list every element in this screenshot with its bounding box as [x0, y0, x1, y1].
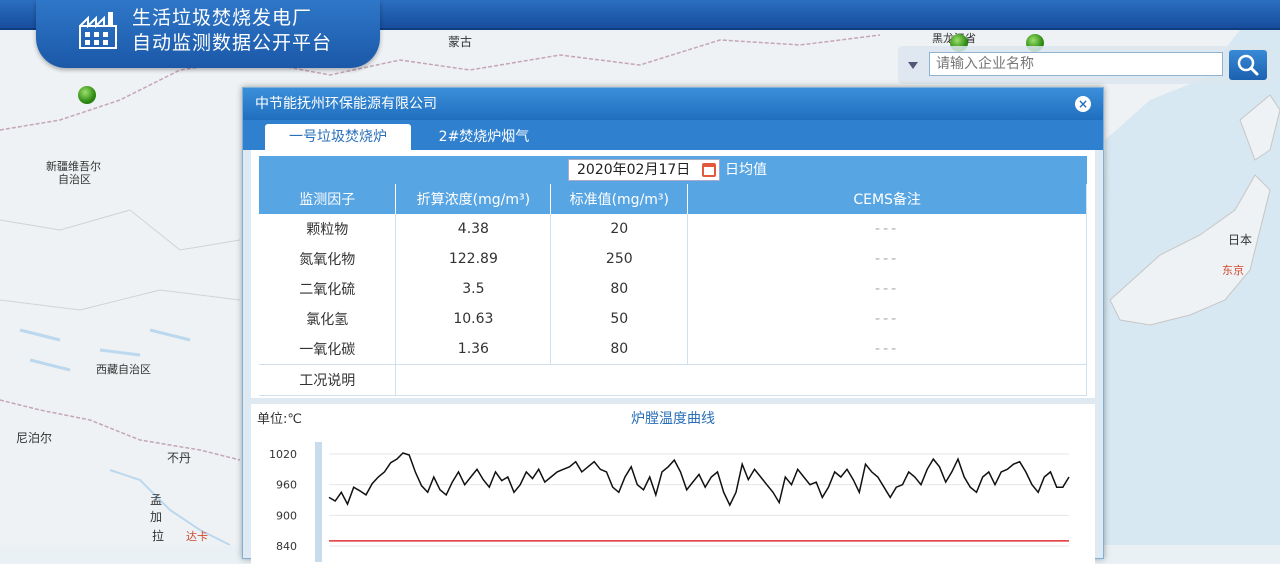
- chart-zoom-slider[interactable]: [315, 442, 322, 562]
- column-header: 标准值(mg/m³): [550, 184, 689, 214]
- table-row: 一氧化碳 1.36 80 ---: [259, 334, 1087, 365]
- chart-y-tick-label: 840: [276, 540, 297, 553]
- search-bar: [898, 46, 1272, 84]
- column-header: 监测因子: [259, 184, 397, 214]
- chart-series-line: [328, 452, 1070, 507]
- map-label-bhutan: 不丹: [167, 451, 192, 465]
- map-label-bangladesh-2: 加: [150, 510, 163, 524]
- map-marker[interactable]: [78, 86, 96, 104]
- platform-subtitle: 自动监测数据公开平台: [132, 32, 333, 54]
- company-popup: 中节能抚州环保能源有限公司 × 一号垃圾焚烧炉 2#焚烧炉烟气 2020年02月…: [242, 87, 1104, 564]
- cems-note-cell: ---: [687, 274, 1087, 304]
- monitoring-panel: 2020年02月17日 日均值 监测因子 折算浓度(mg/m³) 标准值(mg/…: [251, 150, 1095, 398]
- tab-furnace-1[interactable]: 一号垃圾焚烧炉: [265, 124, 411, 150]
- standard-cell: 50: [550, 304, 689, 334]
- table-header-row: 监测因子 折算浓度(mg/m³) 标准值(mg/m³) CEMS备注: [259, 184, 1087, 214]
- column-header: 折算浓度(mg/m³): [395, 184, 552, 214]
- value-cell: 1.36: [395, 334, 552, 365]
- standard-cell: 20: [550, 214, 689, 244]
- factor-cell: 氮氧化物: [259, 244, 397, 274]
- condition-label: 工况说明: [259, 364, 397, 396]
- map-label-tibet: 西藏自治区: [96, 363, 151, 376]
- standard-cell: 250: [550, 244, 689, 274]
- chevron-down-icon[interactable]: [908, 62, 918, 69]
- map-label-xinjiang: 新疆维吾尔: [46, 160, 101, 173]
- factory-icon: [79, 12, 117, 49]
- value-cell: 4.38: [395, 214, 552, 244]
- tab-furnace-2-flue-gas[interactable]: 2#焚烧炉烟气: [421, 124, 547, 150]
- cems-note-cell: ---: [687, 244, 1087, 274]
- chart-y-tick-label: 1020: [269, 448, 297, 461]
- cems-note-cell: ---: [687, 334, 1087, 365]
- table-row: 颗粒物 4.38 20 ---: [259, 214, 1087, 244]
- platform-logo: 生活垃圾焚烧发电厂 自动监测数据公开平台: [36, 0, 380, 68]
- factor-cell: 氯化氢: [259, 304, 397, 334]
- table-row: 氮氧化物 122.89 250 ---: [259, 244, 1087, 274]
- company-name: 中节能抚州环保能源有限公司: [255, 96, 437, 112]
- search-icon: [1237, 54, 1259, 76]
- platform-title: 生活垃圾焚烧发电厂: [132, 7, 313, 29]
- map-label-bangladesh-1: 孟: [150, 493, 163, 507]
- temperature-chart: 1020 960 900 840: [269, 442, 1070, 562]
- condition-value: [395, 364, 1087, 396]
- value-cell: 122.89: [395, 244, 552, 274]
- standard-cell: 80: [550, 334, 689, 365]
- map-label-bangladesh-3: 拉: [152, 529, 165, 543]
- close-icon[interactable]: ×: [1075, 96, 1091, 112]
- search-input[interactable]: [929, 52, 1223, 76]
- chart-y-tick-label: 960: [276, 479, 297, 492]
- map-label-xinjiang-2: 自治区: [58, 173, 91, 186]
- value-cell: 3.5: [395, 274, 552, 304]
- standard-cell: 80: [550, 274, 689, 304]
- date-bar: 2020年02月17日 日均值: [259, 156, 1087, 184]
- popup-header: 中节能抚州环保能源有限公司 ×: [243, 88, 1103, 120]
- map-label-nepal: 尼泊尔: [16, 431, 53, 445]
- table-row: 二氧化硫 3.5 80 ---: [259, 274, 1087, 304]
- factor-cell: 一氧化碳: [259, 334, 397, 365]
- factor-cell: 颗粒物: [259, 214, 397, 244]
- table-row: 氯化氢 10.63 50 ---: [259, 304, 1087, 334]
- chart-y-tick-label: 900: [276, 509, 297, 522]
- map-label-japan: 日本: [1228, 233, 1253, 247]
- monitoring-table: 监测因子 折算浓度(mg/m³) 标准值(mg/m³) CEMS备注 颗粒物 4…: [259, 184, 1087, 396]
- cems-note-cell: ---: [687, 214, 1087, 244]
- temperature-chart-panel: 单位:℃ 炉膛温度曲线 1020 960 900 840: [251, 404, 1095, 564]
- date-picker[interactable]: 2020年02月17日: [568, 159, 720, 181]
- column-header: CEMS备注: [687, 184, 1087, 214]
- condition-row: 工况说明: [259, 364, 1087, 396]
- cems-note-cell: ---: [687, 304, 1087, 334]
- date-value: 2020年02月17日: [577, 162, 691, 178]
- daily-average-label: 日均值: [725, 162, 767, 178]
- value-cell: 10.63: [395, 304, 552, 334]
- search-button[interactable]: [1229, 50, 1267, 80]
- calendar-icon[interactable]: [702, 163, 716, 177]
- furnace-tabs: 一号垃圾焚烧炉 2#焚烧炉烟气: [243, 120, 1103, 150]
- map-label-dhaka: 达卡: [186, 530, 208, 543]
- map-label-tokyo: 东京: [1222, 264, 1244, 277]
- map-label-mongolia: 蒙古: [448, 35, 473, 49]
- factor-cell: 二氧化硫: [259, 274, 397, 304]
